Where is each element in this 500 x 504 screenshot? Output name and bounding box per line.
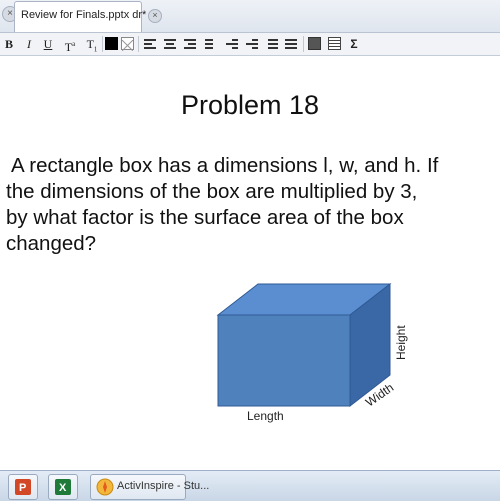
height-label: Height	[394, 325, 408, 360]
slide-body-line: by what factor is the surface area of th…	[6, 206, 404, 229]
subscript-button[interactable]: T1	[84, 35, 100, 53]
superscript-button[interactable]: Ta	[62, 35, 78, 54]
svg-text:P: P	[19, 482, 26, 494]
no-fill-swatch[interactable]	[121, 37, 134, 52]
line-spacing-icon[interactable]	[205, 39, 217, 49]
align-left-icon[interactable]	[144, 39, 156, 49]
no-fill-icon	[121, 39, 134, 52]
italic-button[interactable]: I	[24, 35, 34, 53]
toolbar-separator	[138, 36, 139, 52]
document-tab-bar: × Review for Finals.pptx dr* ×	[0, 0, 500, 33]
slide-body-line: changed?	[6, 232, 97, 255]
excel-taskbar-button[interactable]: X	[48, 474, 78, 500]
taskbar: P X ActivInspire - Stu...	[0, 470, 500, 501]
tab-close-icon[interactable]: ×	[148, 9, 162, 23]
length-label: Length	[247, 409, 284, 423]
rectangular-box-figure	[216, 282, 392, 408]
align-right-icon[interactable]	[184, 39, 196, 49]
activinspire-taskbar-button[interactable]: ActivInspire - Stu...	[90, 474, 209, 500]
powerpoint-icon: P	[15, 479, 31, 495]
box-front-face	[217, 314, 351, 407]
text-color-swatch[interactable]	[105, 37, 118, 50]
excel-icon: X	[55, 479, 71, 495]
activinspire-taskbar-label: ActivInspire - Stu...	[117, 480, 210, 492]
bullet-list-icon[interactable]	[266, 39, 278, 49]
equation-button[interactable]: Σ	[348, 35, 360, 53]
subscript-button-letter: T	[86, 37, 94, 51]
superscript-button-letter: T	[64, 40, 73, 54]
subscript-button-mark: 1	[93, 45, 98, 54]
table-icon[interactable]	[308, 37, 321, 50]
slide-body-line: A rectangle box has a dimensions l, w, a…	[11, 154, 439, 177]
indent-increase-icon[interactable]	[246, 39, 258, 49]
slide-body: A rectangle box has a dimensions l, w, a…	[6, 153, 496, 257]
document-tab-title: Review for Finals.pptx dr*	[21, 9, 147, 21]
grid-icon[interactable]	[328, 37, 341, 50]
superscript-button-mark: a	[72, 40, 76, 48]
align-center-icon[interactable]	[164, 39, 176, 49]
indent-decrease-icon[interactable]	[226, 39, 238, 49]
bold-button[interactable]: B	[3, 35, 15, 53]
toolbar-separator	[102, 36, 103, 52]
powerpoint-taskbar-button[interactable]: P	[8, 474, 38, 500]
svg-text:X: X	[59, 482, 67, 494]
slide-body-line: the dimensions of the box are multiplied…	[6, 180, 418, 203]
underline-button[interactable]: U	[42, 35, 54, 53]
underline-button-label: U	[43, 37, 53, 51]
document-tab[interactable]: Review for Finals.pptx dr*	[14, 1, 146, 32]
toolbar-separator	[303, 36, 304, 52]
activinspire-icon	[96, 478, 114, 496]
format-toolbar: B I U Ta T1 Σ	[0, 33, 500, 56]
numbered-list-icon[interactable]	[285, 39, 297, 49]
slide-title: Problem 18	[180, 90, 320, 120]
